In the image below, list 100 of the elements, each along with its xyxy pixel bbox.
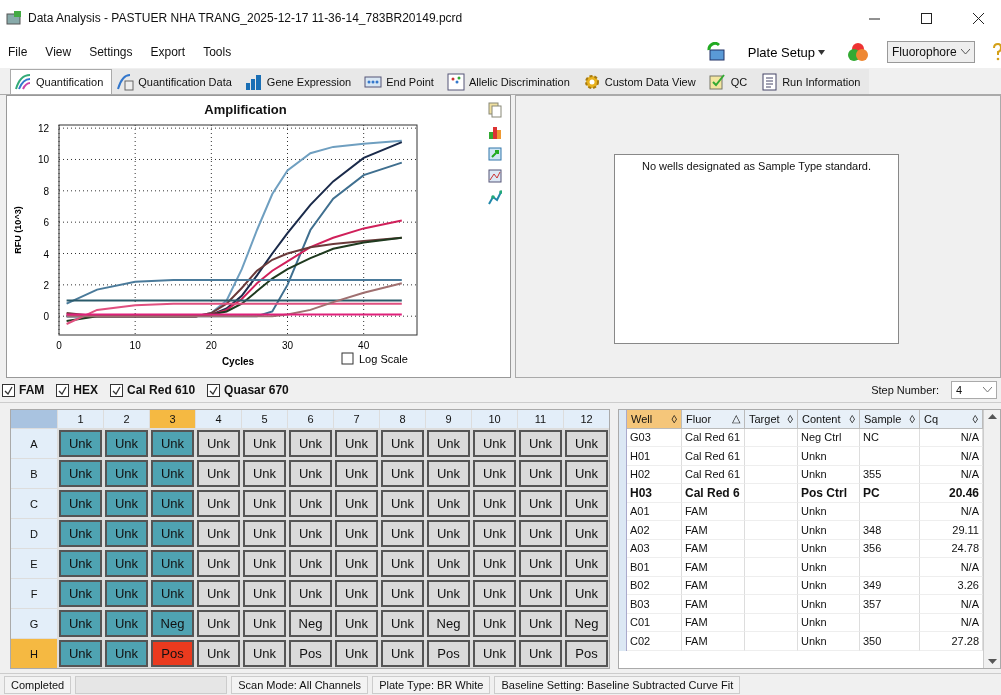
plate-well[interactable]: Unk [565, 520, 608, 547]
plate-well[interactable]: Unk [243, 430, 286, 457]
column-header[interactable]: 2 [104, 410, 149, 428]
select-all-corner[interactable] [619, 410, 627, 429]
tab[interactable]: Run Information [756, 69, 870, 94]
tab[interactable]: Quantification [10, 69, 113, 94]
row-header[interactable]: E [11, 549, 57, 578]
plate-well[interactable]: Unk [243, 610, 286, 637]
plate-well[interactable]: Unk [243, 640, 286, 667]
column-header[interactable]: 5 [242, 410, 287, 428]
fluorophore-checkbox[interactable] [2, 383, 15, 397]
plate-well[interactable]: Unk [59, 520, 102, 547]
plate-well[interactable]: Unk [289, 520, 332, 547]
plate-well[interactable]: Unk [335, 430, 378, 457]
plate-well[interactable]: Unk [519, 580, 562, 607]
plate-well[interactable]: Unk [105, 430, 148, 457]
plate-well[interactable]: Unk [151, 490, 194, 517]
plate-well[interactable]: Neg [151, 610, 194, 637]
plate-well[interactable]: Unk [335, 520, 378, 547]
column-header[interactable]: Cq ◊ [920, 410, 983, 429]
plate-well[interactable]: Neg [427, 610, 470, 637]
fluorophore-checkbox[interactable] [110, 383, 124, 397]
plate-well[interactable]: Unk [565, 460, 608, 487]
copy-icon[interactable] [488, 102, 502, 118]
column-header[interactable]: Content ◊ [798, 410, 860, 429]
column-header[interactable]: 12 [564, 410, 609, 428]
plate-well[interactable]: Unk [427, 430, 470, 457]
column-header[interactable]: 3 [150, 410, 195, 428]
help-icon[interactable] [993, 43, 1001, 61]
row-header[interactable]: C [11, 489, 57, 518]
plate-well[interactable]: Unk [381, 430, 424, 457]
column-header[interactable]: 7 [334, 410, 379, 428]
plate-well[interactable]: Unk [473, 490, 516, 517]
row-header[interactable]: H [11, 639, 57, 668]
bar-chart-icon[interactable] [488, 124, 502, 140]
plate-well[interactable]: Unk [565, 430, 608, 457]
plate-well[interactable]: Unk [59, 490, 102, 517]
plate-well[interactable]: Unk [289, 490, 332, 517]
plate-well[interactable]: Unk [105, 460, 148, 487]
menu-item[interactable]: Export [150, 45, 186, 59]
fluorophore-checkbox[interactable] [207, 383, 221, 397]
plate-well[interactable]: Pos [289, 640, 332, 667]
row-header[interactable]: A [11, 429, 57, 458]
plate-well[interactable]: Unk [59, 610, 102, 637]
row-selector[interactable] [619, 632, 627, 651]
column-header[interactable]: 8 [380, 410, 425, 428]
plate-well[interactable]: Pos [427, 640, 470, 667]
plate-well[interactable]: Unk [105, 640, 148, 667]
plate-well[interactable]: Unk [519, 490, 562, 517]
plate-well[interactable]: Unk [151, 520, 194, 547]
plate-well[interactable]: Unk [151, 460, 194, 487]
plate-well[interactable]: Unk [381, 640, 424, 667]
plate-well[interactable]: Unk [197, 430, 240, 457]
plate-well[interactable]: Unk [381, 490, 424, 517]
plate-well[interactable]: Unk [565, 580, 608, 607]
plate-well[interactable]: Unk [565, 550, 608, 577]
plate-well[interactable]: Unk [105, 550, 148, 577]
plate-well[interactable]: Unk [519, 520, 562, 547]
plate-well[interactable]: Unk [335, 610, 378, 637]
plate-well[interactable]: Unk [243, 460, 286, 487]
plate-well[interactable]: Pos [151, 640, 194, 667]
plate-well[interactable]: Unk [197, 580, 240, 607]
fluorophore-dropdown[interactable]: Fluorophore [887, 41, 975, 63]
plate-well[interactable]: Unk [381, 460, 424, 487]
plate-well[interactable]: Unk [289, 430, 332, 457]
plate-well[interactable]: Unk [105, 520, 148, 547]
row-header[interactable]: B [11, 459, 57, 488]
menu-item[interactable]: Tools [203, 45, 232, 59]
column-header[interactable]: 4 [196, 410, 241, 428]
plate-well[interactable]: Unk [473, 610, 516, 637]
fluorophore-checkbox[interactable] [56, 383, 70, 397]
tab[interactable]: Allelic Discrimination [442, 69, 579, 94]
log-scale-checkbox[interactable] [341, 352, 354, 365]
plate-well[interactable]: Unk [59, 430, 102, 457]
plate-well[interactable]: Unk [243, 490, 286, 517]
plate-well[interactable]: Unk [427, 520, 470, 547]
plate-well[interactable]: Unk [105, 490, 148, 517]
line-points-icon[interactable] [488, 190, 502, 206]
plate-well[interactable]: Unk [519, 640, 562, 667]
plate-well[interactable]: Unk [519, 430, 562, 457]
plate-well[interactable]: Unk [197, 610, 240, 637]
plate-well[interactable]: Unk [197, 640, 240, 667]
menu-item[interactable]: View [45, 45, 72, 59]
plate-well[interactable]: Unk [151, 580, 194, 607]
plate-well[interactable]: Pos [565, 640, 608, 667]
plate-well[interactable]: Unk [473, 550, 516, 577]
tab[interactable]: End Point [360, 69, 443, 94]
plate-well[interactable]: Neg [289, 610, 332, 637]
plate-well[interactable]: Unk [59, 640, 102, 667]
plate-well[interactable]: Unk [519, 550, 562, 577]
plate-well[interactable]: Unk [59, 550, 102, 577]
column-header[interactable]: 9 [426, 410, 471, 428]
plate-setup-button[interactable]: Plate Setup [743, 42, 829, 62]
plate-well[interactable]: Unk [381, 580, 424, 607]
column-header[interactable]: 1 [58, 410, 103, 428]
scrollbar[interactable] [983, 410, 1000, 668]
plate-well[interactable]: Unk [243, 520, 286, 547]
column-header[interactable]: Well ◊ [627, 410, 682, 429]
plate-well[interactable]: Unk [427, 550, 470, 577]
plate-well[interactable]: Unk [151, 550, 194, 577]
